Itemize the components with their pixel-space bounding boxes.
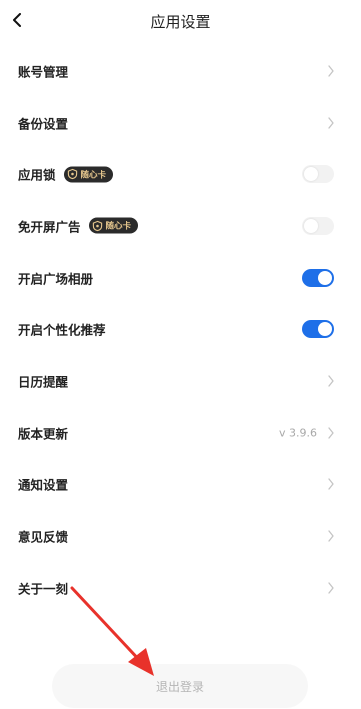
settings-item-account[interactable]: 账号管理 (0, 45, 361, 97)
toggle-knob (304, 167, 318, 182)
version-text: v 3.9.6 (279, 426, 317, 440)
app-lock-toggle[interactable] (302, 165, 334, 184)
settings-item-label: 应用锁 随心卡 (18, 165, 114, 184)
settings-item-about[interactable]: 关于一刻 (0, 562, 361, 614)
chevron-right-icon (328, 375, 334, 387)
settings-item-notifications[interactable]: 通知设置 (0, 459, 361, 511)
toggle-knob (318, 270, 332, 285)
settings-item-label: 开启个性化推荐 (18, 322, 106, 338)
logout-label: 退出登录 (155, 679, 204, 694)
personalized-recommend-toggle[interactable] (302, 320, 334, 339)
shield-icon (67, 169, 77, 180)
page-title: 应用设置 (150, 13, 211, 31)
chevron-right-icon (328, 65, 334, 77)
chevron-right-icon (328, 530, 334, 542)
badge-label: 随心卡 (80, 170, 107, 181)
settings-item-calendar-reminder[interactable]: 日历提醒 (0, 355, 361, 407)
settings-item-square-album: 开启广场相册 (0, 252, 361, 304)
settings-item-label: 版本更新 (18, 426, 69, 442)
settings-list: 账号管理 备份设置 应用锁 随心卡 免开屏广告 随心卡 开启广场相册 开启个性化… (0, 45, 361, 614)
settings-item-label: 关于一刻 (18, 581, 69, 597)
chevron-right-icon (328, 427, 334, 439)
logout-button[interactable]: 退出登录 (52, 664, 308, 708)
no-splash-ads-toggle[interactable] (302, 216, 334, 235)
settings-item-backup[interactable]: 备份设置 (0, 97, 361, 149)
settings-item-label: 备份设置 (18, 116, 69, 132)
settings-item-label: 免开屏广告 随心卡 (18, 216, 139, 235)
settings-item-label: 意见反馈 (18, 529, 69, 545)
shield-icon (92, 220, 102, 232)
settings-item-feedback[interactable]: 意见反馈 (0, 510, 361, 562)
square-album-toggle[interactable] (302, 268, 334, 287)
settings-item-label: 通知设置 (18, 477, 69, 493)
toggle-knob (318, 322, 332, 337)
label-text: 免开屏广告 (18, 219, 81, 235)
chevron-right-icon (328, 478, 334, 490)
settings-item-app-lock: 应用锁 随心卡 (0, 148, 361, 200)
chevron-right-icon (328, 116, 334, 129)
settings-item-label: 账号管理 (18, 64, 69, 80)
vip-card-badge: 随心卡 (63, 166, 114, 183)
settings-item-label: 日历提醒 (18, 374, 69, 390)
chevron-right-icon (328, 582, 334, 594)
badge-label: 随心卡 (105, 221, 132, 232)
header-bar: 应用设置 (0, 0, 361, 44)
settings-item-label: 开启广场相册 (18, 271, 94, 287)
vip-card-badge: 随心卡 (88, 217, 139, 234)
label-text: 应用锁 (18, 167, 56, 183)
settings-item-version-update[interactable]: 版本更新 v 3.9.6 (0, 407, 361, 459)
toggle-knob (304, 218, 318, 233)
settings-item-no-splash-ads: 免开屏广告 随心卡 (0, 200, 361, 252)
settings-item-personalized-recommend: 开启个性化推荐 (0, 303, 361, 355)
